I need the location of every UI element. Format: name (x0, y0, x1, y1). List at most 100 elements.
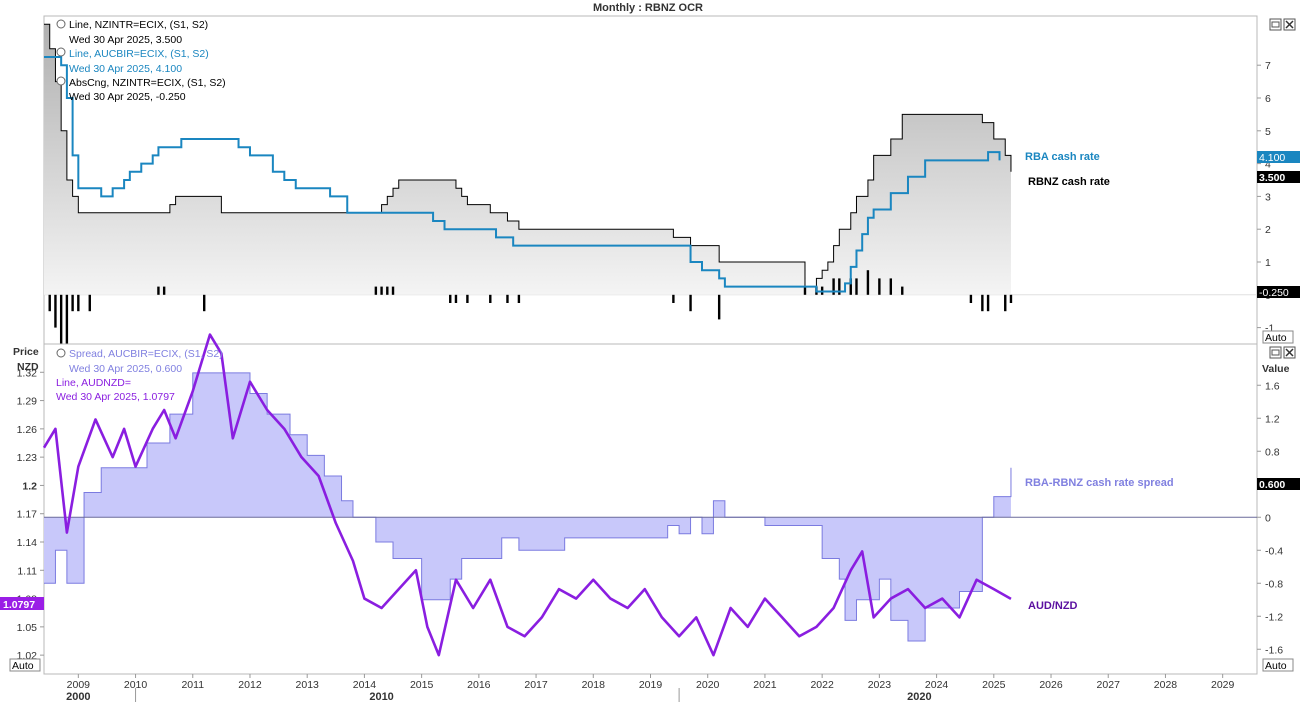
spread-area-fill (44, 372, 1011, 641)
left-tick-label: 1.11 (17, 565, 37, 577)
abscng-bar (65, 294, 69, 344)
top-tick-label: 2 (1265, 224, 1271, 236)
abscng-bar (466, 294, 469, 303)
abscng-bar (803, 286, 807, 295)
legend-toggle-icon[interactable] (56, 348, 66, 358)
decade-label: 2000 (66, 691, 90, 703)
abscng-bar (77, 294, 80, 312)
abscng-bar (162, 286, 166, 295)
right-tick-label: 1.6 (1265, 380, 1280, 392)
abscng-bar (489, 294, 492, 303)
left-axis-title-currency: NZD (17, 361, 39, 373)
spread-area-layer (44, 372, 1012, 642)
x-tick-label: 2018 (582, 679, 606, 691)
legend-toggle-icon[interactable] (56, 47, 66, 57)
spread-value-badge-text: 0.600 (1259, 479, 1285, 491)
x-tick-label: 2026 (1039, 679, 1063, 691)
legend-rbnz-line1: Line, NZINTR=ECIX, (S1, S2) (69, 19, 208, 31)
x-axis: 2009 2010 2011 2012 2013 2014 2015 2016 2017 2018… (44, 673, 1257, 703)
rbnz-series-label: RBNZ cash rate (1028, 176, 1110, 188)
bottom-panel-window-controls[interactable] (1269, 346, 1296, 359)
abscng-bar (203, 294, 206, 312)
legend-rba-line1: Line, AUCBIR=ECIX, (S1, S2) (69, 48, 209, 60)
auto-scale-button-label: Auto (1265, 332, 1287, 344)
x-tick-label: 2024 (925, 679, 949, 691)
decade-label: 2020 (907, 691, 931, 703)
left-axis-title-price: Price (13, 346, 39, 358)
rba-series-label: RBA cash rate (1025, 151, 1100, 163)
abscng-bar (866, 270, 870, 295)
top-legend: Line, NZINTR=ECIX, (S1, S2) Wed 30 Apr 2… (56, 19, 226, 103)
right-tick-label: -0.8 (1265, 578, 1283, 590)
legend-spread-line1: Spread, AUCBIR=ECIX, (S1, S2) (69, 348, 223, 360)
x-axis-ticks: 2009 2010 2011 2012 2013 2014 2015 2016 2017 2018… (66, 674, 1235, 703)
x-tick-label: 2021 (753, 679, 777, 691)
x-tick-label: 2016 (467, 679, 491, 691)
abscng-bar (380, 286, 383, 295)
rbnz-area-layer (44, 24, 1011, 295)
abscng-bar (1004, 294, 1007, 312)
right-tick-label: 0.8 (1265, 446, 1280, 458)
legend-rba-line2: Wed 30 Apr 2025, 4.100 (69, 63, 182, 75)
spread-series-label: RBA-RBNZ cash rate spread (1025, 477, 1174, 489)
abscng-bar (54, 294, 57, 328)
top-panel-window-controls[interactable] (1269, 18, 1296, 31)
abscng-bar (986, 294, 990, 312)
abscng-bar (157, 286, 160, 295)
top-tick-label: 6 (1265, 93, 1271, 105)
top-tick-label: 5 (1265, 126, 1271, 138)
left-tick-label: 1.17 (17, 509, 38, 521)
abscng-bar (969, 294, 973, 303)
x-tick-label: 2013 (296, 679, 320, 691)
x-tick-label: 2022 (810, 679, 834, 691)
top-tick-label: 3 (1265, 191, 1271, 203)
top-tick-label: 1 (1265, 257, 1271, 269)
chart-title: Monthly : RBNZ OCR (593, 2, 703, 14)
bottom-panel: 1.321.291.261.231.21.171.141.111.081.051… (0, 333, 1300, 675)
abscng-bar (391, 286, 395, 295)
left-tick-label: 1.2 (22, 480, 37, 492)
legend-rbnz-line2: Wed 30 Apr 2025, 3.500 (69, 34, 182, 46)
abscng-bar (386, 286, 389, 295)
right-tick-label: 0 (1265, 512, 1271, 524)
abscng-bar (48, 294, 51, 312)
right-tick-label: 1.2 (1265, 413, 1280, 425)
legend-toggle-icon[interactable] (56, 76, 66, 86)
abscng-bar (88, 294, 91, 312)
legend-abscng-line1: AbsCng, NZINTR=ECIX, (S1, S2) (69, 77, 226, 89)
abscng-bar (889, 278, 893, 295)
right-tick-label: -1.6 (1265, 644, 1283, 656)
rbnz-value-badge-text: 3.500 (1259, 172, 1285, 184)
x-tick-label: 2011 (181, 679, 204, 691)
abscng-bar (71, 294, 74, 312)
abscng-bar (1009, 294, 1013, 303)
x-tick-label: 2019 (639, 679, 663, 691)
auto-scale-right-button-label: Auto (1265, 660, 1287, 672)
x-tick-label: 2023 (868, 679, 892, 691)
right-tick-label: -0.4 (1265, 545, 1283, 557)
abscng-bar (717, 294, 721, 320)
abscng-bar (506, 294, 509, 303)
left-tick-label: 1.14 (17, 537, 38, 549)
x-tick-label: 2015 (410, 679, 434, 691)
abscng-bar (855, 278, 858, 295)
x-tick-label: 2012 (238, 679, 262, 691)
abscng-bar (449, 294, 452, 303)
legend-audnzd-line1: Line, AUDNZD= (56, 377, 131, 389)
legend-spread-line2: Wed 30 Apr 2025, 0.600 (69, 363, 182, 375)
top-tick-label: 7 (1265, 60, 1271, 72)
x-tick-label: 2028 (1154, 679, 1178, 691)
abscng-bar (689, 294, 692, 312)
rba-value-badge-text: 4.100 (1259, 152, 1285, 164)
x-tick-label: 2029 (1211, 679, 1235, 691)
abscng-bar (981, 294, 984, 312)
right-tick-label: -1.2 (1265, 611, 1283, 623)
left-tick-label: 1.05 (17, 622, 38, 634)
x-tick-label: 2009 (67, 679, 91, 691)
legend-toggle-icon[interactable] (56, 19, 66, 29)
x-tick-label: 2027 (1097, 679, 1121, 691)
auto-scale-left-button-label: Auto (12, 660, 34, 672)
abscng-bar (672, 294, 675, 303)
legend-abscng-line2: Wed 30 Apr 2025, -0.250 (69, 91, 186, 103)
x-tick-label: 2014 (353, 679, 377, 691)
